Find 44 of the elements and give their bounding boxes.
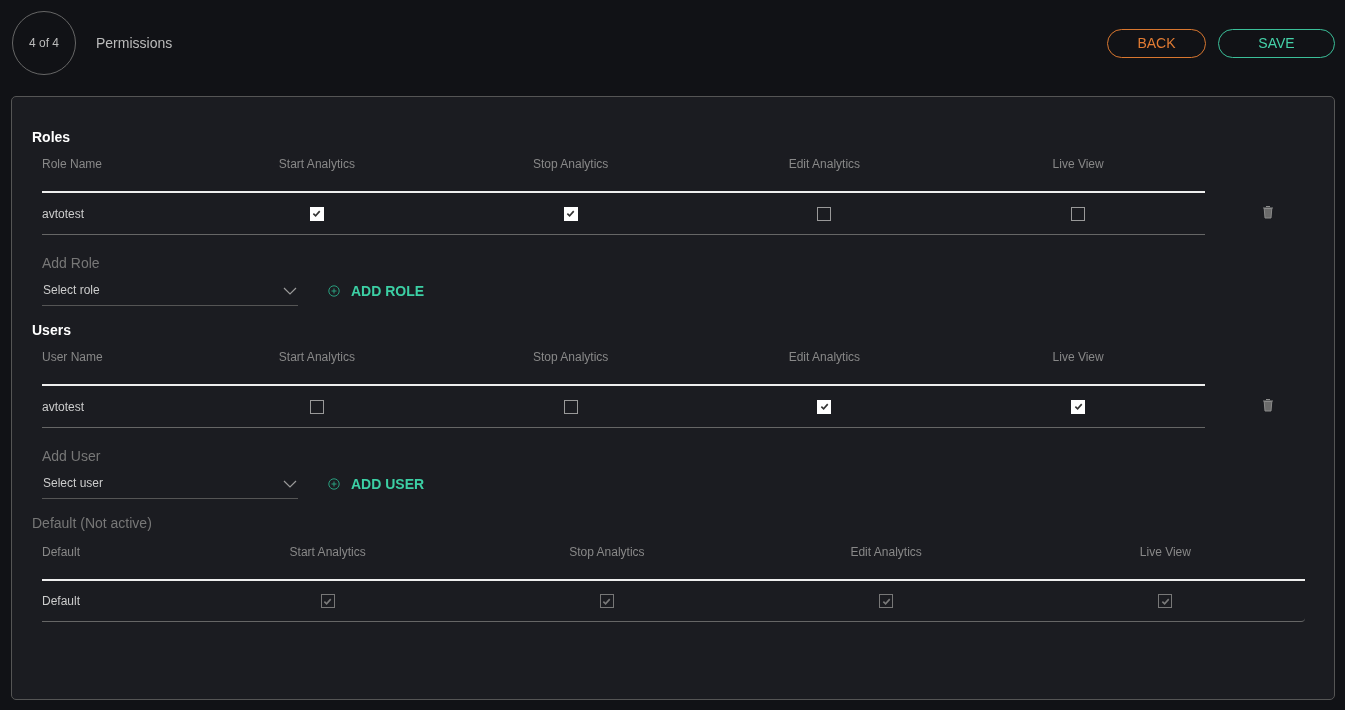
column-header: Stop Analytics: [569, 545, 645, 559]
trash-icon: [1262, 398, 1274, 412]
checkmark-icon: [312, 209, 322, 218]
add-button[interactable]: ADD ROLE: [328, 283, 425, 299]
checkbox[interactable]: [563, 399, 578, 414]
select-field[interactable]: Select user: [42, 472, 298, 499]
column-header: Stop Analytics: [532, 157, 609, 171]
column-header: Default: [42, 545, 81, 559]
checkmark-icon: [1073, 402, 1083, 411]
chevron-down-icon: [283, 480, 297, 488]
page-title: Permissions: [96, 35, 173, 51]
column-header: Edit Analytics: [788, 157, 861, 171]
column-header: Role Name: [42, 157, 103, 171]
select-field[interactable]: Select role: [42, 279, 298, 306]
column-header: Start Analytics: [289, 545, 366, 559]
column-header: Stop Analytics: [532, 350, 609, 364]
column-header: Live View: [1052, 350, 1104, 364]
checkmark-icon: [819, 402, 829, 411]
table-cell-text: Default: [42, 594, 82, 608]
column-header: Edit Analytics: [850, 545, 922, 559]
table-cell-text: avtotest: [42, 399, 86, 414]
column-header: Start Analytics: [278, 350, 355, 364]
column-header: Live View: [1139, 545, 1191, 559]
checkbox[interactable]: [309, 399, 324, 414]
add-button[interactable]: ADD USER: [328, 476, 425, 492]
delete-button[interactable]: [1262, 205, 1274, 219]
section-title: Roles: [32, 129, 72, 147]
table-cell-text: avtotest: [42, 206, 86, 221]
trash-icon: [1262, 205, 1274, 219]
plus-circle-icon: [328, 478, 340, 490]
checkbox[interactable]: [1071, 206, 1086, 221]
column-header: Live View: [1052, 157, 1104, 171]
column-header: Start Analytics: [278, 157, 355, 171]
checkbox[interactable]: [817, 206, 832, 221]
column-header: User Name: [42, 350, 103, 364]
section-title: Users: [32, 322, 72, 340]
delete-button[interactable]: [1262, 398, 1274, 412]
plus-circle-icon: [328, 285, 340, 297]
checkmark-icon: [566, 209, 576, 218]
field-label: Add Role: [41, 255, 101, 273]
field-label: Add User: [41, 448, 102, 466]
chevron-down-icon: [283, 287, 297, 295]
section-title: Default (Not active): [32, 515, 153, 533]
column-header: Edit Analytics: [788, 350, 861, 364]
